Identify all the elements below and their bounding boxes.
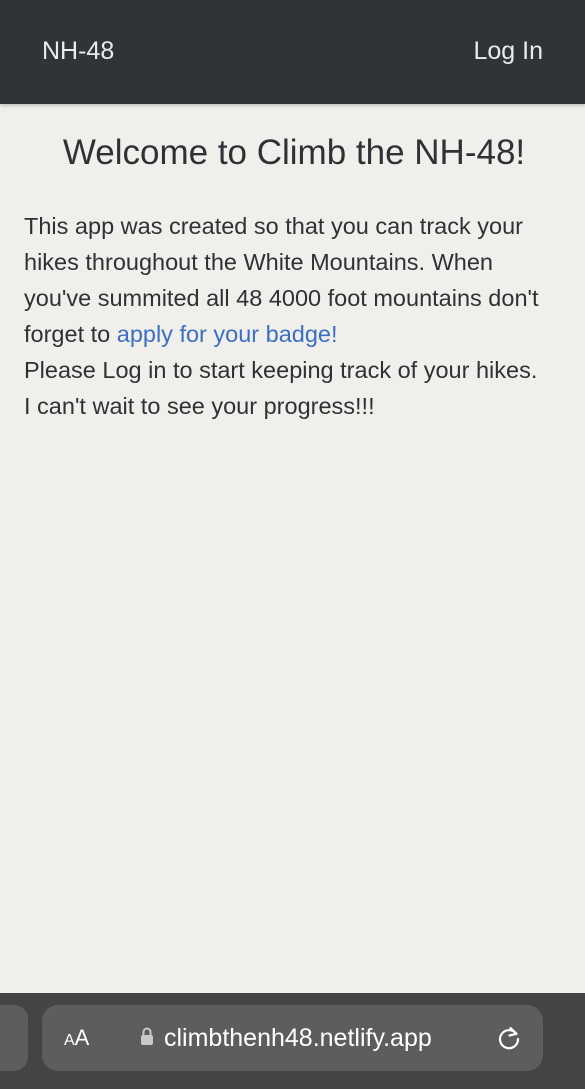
progress-text: I can't wait to see your progress!!!: [24, 393, 375, 419]
browser-toolbar: AA climbthenh48.netlify.app: [0, 993, 585, 1089]
url-text: climbthenh48.netlify.app: [164, 1024, 432, 1052]
intro-text: This app was created so that you can tra…: [24, 208, 564, 424]
main-content: Welcome to Climb the NH-48! This app was…: [24, 130, 564, 424]
reload-icon[interactable]: [495, 1024, 523, 1052]
brand-link[interactable]: NH-48: [42, 36, 114, 66]
top-navbar: NH-48 Log In: [0, 0, 585, 104]
login-prompt-text: Please Log in to start keeping track of …: [24, 357, 538, 383]
page-title: Welcome to Climb the NH-48!: [62, 133, 526, 172]
apply-badge-link[interactable]: apply for your badge!: [117, 321, 338, 347]
lock-icon: [141, 1027, 153, 1045]
address-bar[interactable]: AA climbthenh48.netlify.app: [42, 1005, 543, 1071]
previous-tab-preview[interactable]: [0, 1005, 28, 1071]
login-link[interactable]: Log In: [473, 36, 543, 66]
text-size-button[interactable]: AA: [64, 1025, 89, 1054]
